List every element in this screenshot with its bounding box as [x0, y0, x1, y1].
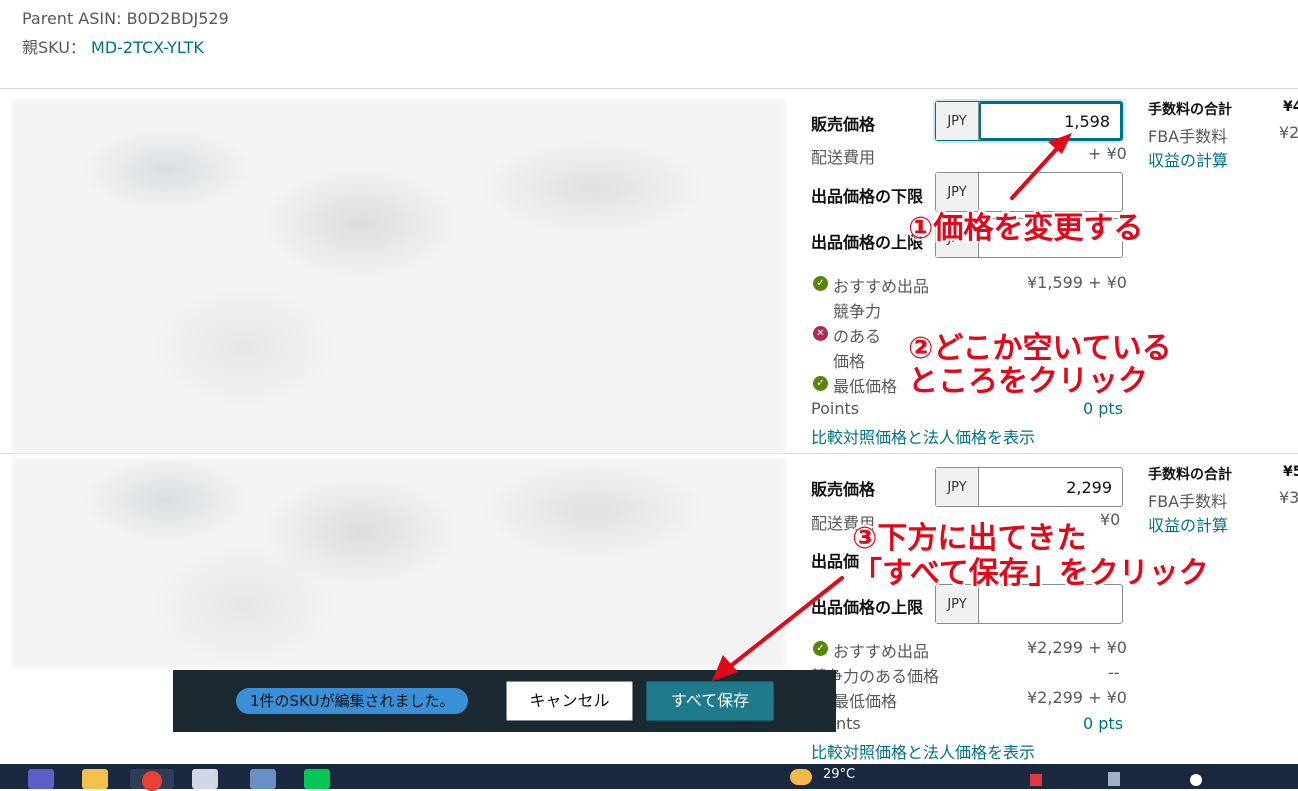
error-icon: ✕ [813, 326, 828, 341]
folder-icon[interactable] [82, 769, 108, 789]
parent-sku: 親SKU： MD-2TCX-YLTK [22, 34, 204, 58]
tray-icon[interactable] [1190, 774, 1202, 786]
fba-fee-label: FBA手数料 [1148, 127, 1228, 146]
blurred-product-area [12, 458, 786, 668]
points-label: Points [811, 399, 860, 418]
currency-label: JPY [936, 102, 979, 140]
line-icon[interactable] [304, 769, 330, 789]
shipping-value: ¥0 [1100, 510, 1121, 529]
compare-prices-link[interactable]: 比較対照価格と法人価格を表示 [811, 739, 1035, 763]
price-label: 販売価格 [811, 480, 876, 499]
points-value: 0 pts [1083, 714, 1124, 733]
shipping-value: + ¥0 [1088, 144, 1127, 163]
parent-sku-label: 親SKU： [22, 38, 86, 57]
check-icon: ✓ [813, 276, 828, 291]
tray-icon[interactable] [1030, 774, 1042, 786]
profit-calc-link[interactable]: 収益の計算 [1148, 512, 1228, 536]
temperature: 29°C [823, 767, 856, 782]
points-label: nts [836, 714, 861, 733]
fee-total-value: ¥5 [1283, 464, 1298, 480]
app-icon[interactable] [192, 769, 218, 789]
annotation-step1: ①価格を変更する [908, 211, 1144, 246]
featured-offer-value: ¥1,599 + ¥0 [1027, 273, 1127, 292]
featured-offer-label: おすすめ出品 [833, 642, 930, 661]
parent-asin-value: B0D2BDJ529 [126, 9, 229, 28]
fee-total-label: 手数料の合計 [1148, 102, 1232, 118]
edit-status-pill: 1件のSKUが編集されました。 [236, 688, 469, 714]
pen-icon[interactable] [250, 769, 276, 789]
fee-total-label: 手数料の合計 [1148, 467, 1232, 483]
check-icon: ✓ [813, 641, 828, 656]
cancel-button[interactable]: キャンセル [506, 681, 633, 721]
featured-offer-value: ¥2,299 + ¥0 [1027, 638, 1127, 657]
min-price-label: 出品価格の下限 [811, 187, 924, 206]
lowest-price-value: ¥2,299 + ¥0 [1027, 688, 1127, 707]
price-input[interactable]: JPY 1,598 [935, 101, 1123, 141]
blurred-product-area [12, 99, 786, 453]
lowest-price-label: 最低価格 [833, 692, 898, 711]
teams-icon[interactable] [28, 769, 54, 789]
fba-fee-value: ¥2 [1279, 123, 1298, 142]
fee-total-value: ¥4 [1283, 99, 1298, 115]
fba-fee-value: ¥3 [1279, 488, 1298, 507]
competitive-value: -- [1108, 663, 1120, 682]
price-label: 販売価格 [811, 115, 876, 134]
row-divider [0, 453, 1298, 454]
shipping-label: 配送費用 [811, 148, 876, 167]
max-price-label: 出品価格の上限 [811, 598, 924, 617]
profit-calc-link[interactable]: 収益の計算 [1148, 147, 1228, 171]
annotation-step2-line2: ところをクリック [908, 364, 1148, 399]
featured-offer-label: おすすめ出品 [833, 277, 930, 296]
check-icon: ✓ [813, 376, 828, 391]
chrome-icon[interactable] [130, 769, 174, 791]
fba-fee-label: FBA手数料 [1148, 492, 1228, 511]
save-all-button[interactable]: すべて保存 [646, 681, 774, 721]
price-value[interactable]: 1,598 [979, 102, 1122, 140]
compare-prices-link[interactable]: 比較対照価格と法人価格を表示 [811, 424, 1035, 448]
competitive-label-3: 価格 [833, 352, 866, 371]
points-value: 0 pts [1083, 399, 1124, 418]
annotation-step3-line2: 「すべて保存」をクリック [852, 556, 1209, 591]
taskbar: 29°C [0, 764, 1298, 791]
weather-icon[interactable] [790, 769, 812, 785]
save-bar: 1件のSKUが編集されました。 キャンセル すべて保存 [173, 670, 836, 732]
parent-asin: Parent ASIN: B0D2BDJ529 [22, 9, 229, 28]
price-input[interactable]: JPY 2,299 [935, 467, 1123, 507]
row-divider [0, 88, 1298, 89]
tray-icon[interactable] [1108, 772, 1120, 786]
parent-sku-link[interactable]: MD-2TCX-YLTK [91, 38, 204, 57]
competitive-label: 競争力 [833, 302, 882, 321]
lowest-price-label: 最低価格 [833, 377, 898, 396]
parent-asin-label: Parent ASIN: [22, 9, 122, 28]
price-value[interactable]: 2,299 [979, 468, 1122, 506]
competitive-label-2: のある [833, 327, 882, 346]
currency-label: JPY [936, 468, 979, 506]
max-price-label: 出品価格の上限 [811, 233, 924, 252]
